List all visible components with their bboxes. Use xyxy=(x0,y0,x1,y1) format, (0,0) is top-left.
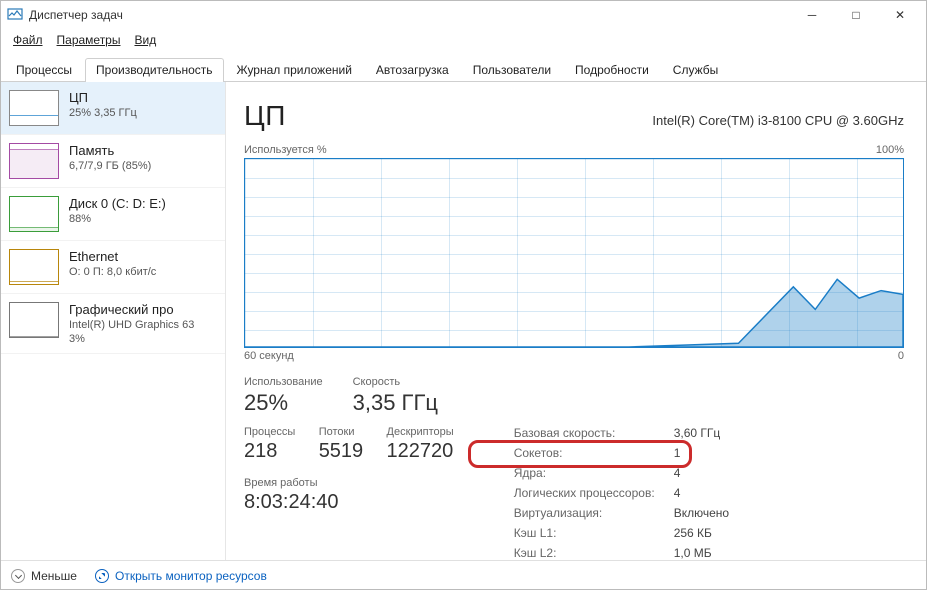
resource-monitor-icon xyxy=(95,569,109,583)
chart-top-left-label: Используется % xyxy=(244,144,327,156)
tab-startup[interactable]: Автозагрузка xyxy=(365,58,460,82)
uptime-label: Время работы xyxy=(244,477,474,489)
cores-key: Ядра: xyxy=(514,466,674,480)
tab-users[interactable]: Пользователи xyxy=(462,58,562,82)
handles-value: 122720 xyxy=(387,440,454,463)
fewer-details-label: Меньше xyxy=(31,569,77,583)
cpu-thumb-icon xyxy=(9,90,59,126)
sidebar-gpu-sub: Intel(R) UHD Graphics 63 xyxy=(69,319,194,331)
sidebar-item-gpu[interactable]: Графический про Intel(R) UHD Graphics 63… xyxy=(1,294,225,354)
speed-value: 3,35 ГГц xyxy=(353,390,438,416)
footer: Меньше Открыть монитор ресурсов xyxy=(1,560,926,590)
titlebar: Диспетчер задач ─ □ ✕ xyxy=(1,1,926,29)
tab-app-history[interactable]: Журнал приложений xyxy=(226,58,363,82)
sidebar-item-memory[interactable]: Память 6,7/7,9 ГБ (85%) xyxy=(1,135,225,188)
disk-thumb-icon xyxy=(9,196,59,232)
logical-value: 4 xyxy=(674,486,774,500)
page-title: ЦП xyxy=(244,100,286,132)
tab-details[interactable]: Подробности xyxy=(564,58,660,82)
l1-key: Кэш L1: xyxy=(514,526,674,540)
cpu-utilization-chart[interactable] xyxy=(244,158,904,348)
cores-value: 4 xyxy=(674,466,774,480)
uptime-value: 8:03:24:40 xyxy=(244,491,474,514)
threads-value: 5519 xyxy=(319,440,364,463)
utilization-value: 25% xyxy=(244,390,323,416)
sidebar-disk-name: Диск 0 (C: D: E:) xyxy=(69,196,166,211)
base-speed-key: Базовая скорость: xyxy=(514,426,674,440)
cpu-model: Intel(R) Core(TM) i3-8100 CPU @ 3.60GHz xyxy=(652,113,904,128)
chart-bottom-right-label: 0 xyxy=(898,350,904,362)
tab-performance[interactable]: Производительность xyxy=(85,58,223,82)
maximize-button[interactable]: □ xyxy=(834,1,878,29)
app-icon xyxy=(7,7,23,23)
fewer-details-button[interactable]: Меньше xyxy=(11,569,77,583)
tab-processes[interactable]: Процессы xyxy=(5,58,83,82)
chart-bottom-left-label: 60 секунд xyxy=(244,350,294,362)
window-title: Диспетчер задач xyxy=(29,8,790,22)
sidebar-disk-sub: 88% xyxy=(69,213,166,225)
memory-thumb-icon xyxy=(9,143,59,179)
performance-main: ЦП Intel(R) Core(TM) i3-8100 CPU @ 3.60G… xyxy=(226,82,926,560)
menu-view[interactable]: Вид xyxy=(128,31,162,49)
tab-strip: Процессы Производительность Журнал прило… xyxy=(1,51,926,82)
sidebar-gpu-sub2: 3% xyxy=(69,333,194,345)
l1-value: 256 КБ xyxy=(674,526,774,540)
threads-label: Потоки xyxy=(319,426,364,438)
chevron-up-icon xyxy=(11,569,25,583)
sidebar-cpu-name: ЦП xyxy=(69,90,137,105)
utilization-label: Использование xyxy=(244,376,323,388)
menu-options[interactable]: Параметры xyxy=(51,31,127,49)
menubar: Файл Параметры Вид xyxy=(1,29,926,51)
sidebar-mem-name: Память xyxy=(69,143,151,158)
sidebar-gpu-name: Графический про xyxy=(69,302,194,317)
processes-label: Процессы xyxy=(244,426,295,438)
sidebar-net-sub: О: 0 П: 8,0 кбит/с xyxy=(69,266,156,278)
sidebar-mem-sub: 6,7/7,9 ГБ (85%) xyxy=(69,160,151,172)
performance-sidebar: ЦП 25% 3,35 ГГц Память 6,7/7,9 ГБ (85%) … xyxy=(1,82,226,560)
chart-top-right-label: 100% xyxy=(876,144,904,156)
tab-services[interactable]: Службы xyxy=(662,58,729,82)
sockets-value: 1 xyxy=(674,446,774,460)
sidebar-cpu-sub: 25% 3,35 ГГц xyxy=(69,107,137,119)
l2-key: Кэш L2: xyxy=(514,546,674,560)
open-resmon-label: Открыть монитор ресурсов xyxy=(115,569,267,583)
processes-value: 218 xyxy=(244,440,295,463)
close-button[interactable]: ✕ xyxy=(878,1,922,29)
sidebar-item-disk[interactable]: Диск 0 (C: D: E:) 88% xyxy=(1,188,225,241)
virtualization-value: Включено xyxy=(674,506,774,520)
virtualization-key: Виртуализация: xyxy=(514,506,674,520)
gpu-thumb-icon xyxy=(9,302,59,338)
speed-label: Скорость xyxy=(353,376,438,388)
base-speed-value: 3,60 ГГц xyxy=(674,426,774,440)
sidebar-net-name: Ethernet xyxy=(69,249,156,264)
sidebar-item-cpu[interactable]: ЦП 25% 3,35 ГГц xyxy=(1,82,225,135)
sidebar-item-ethernet[interactable]: Ethernet О: 0 П: 8,0 кбит/с xyxy=(1,241,225,294)
cpu-details-grid: Базовая скорость: 3,60 ГГц Сокетов: 1 Яд… xyxy=(514,426,774,560)
menu-file[interactable]: Файл xyxy=(7,31,49,49)
cpu-chart-svg xyxy=(245,159,903,347)
handles-label: Дескрипторы xyxy=(387,426,454,438)
logical-key: Логических процессоров: xyxy=(514,486,674,500)
l2-value: 1,0 МБ xyxy=(674,546,774,560)
sockets-key: Сокетов: xyxy=(514,446,674,460)
ethernet-thumb-icon xyxy=(9,249,59,285)
minimize-button[interactable]: ─ xyxy=(790,1,834,29)
open-resource-monitor-link[interactable]: Открыть монитор ресурсов xyxy=(95,569,267,583)
